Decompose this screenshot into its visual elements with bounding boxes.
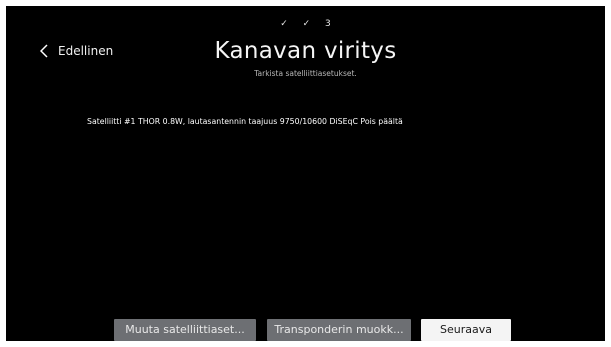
edit-transponder-button[interactable]: Transponderin muokk... [267,319,411,341]
step-3-number: 3 [325,19,331,29]
change-satellite-settings-button[interactable]: Muuta satelliittiaset... [114,319,256,341]
next-button[interactable]: Seuraava [421,319,511,341]
page-subtitle: Tarkista satelliittiasetukset. [254,69,357,78]
tv-screen: ✓ ✓ 3 Edellinen Kanavan viritys Tarkista… [6,6,605,341]
step-1-checkmark: ✓ [280,19,288,29]
page-title: Kanavan viritys [214,38,397,64]
satellite-info-text: Satelliitti #1 THOR 0.8W, lautasantennin… [87,117,403,126]
step-2-checkmark: ✓ [302,19,311,29]
step-indicator: ✓ ✓ 3 [6,19,605,29]
